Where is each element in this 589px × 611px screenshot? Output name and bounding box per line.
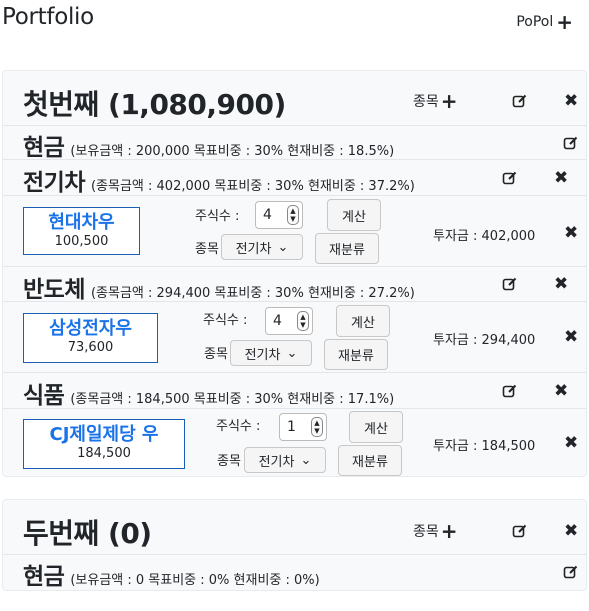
shares-label: 주식수 :: [195, 209, 240, 224]
delete-sector-icon[interactable]: ✖: [554, 383, 568, 400]
stock-row: 삼성전자우 73,600 주식수 : 4 ▲ ▼ 계산 종목 전기차 ⌄ 재분류 투자…: [3, 302, 586, 373]
delete-stock-icon[interactable]: ✖: [564, 435, 578, 452]
sector-select-label: 종목: [195, 242, 219, 257]
edit-icon[interactable]: [512, 523, 528, 539]
delete-sector-icon[interactable]: ✖: [554, 170, 568, 187]
sector-select[interactable]: 전기차 ⌄: [244, 447, 326, 473]
delete-stock-icon[interactable]: ✖: [564, 329, 578, 346]
spinner-icon[interactable]: ▲ ▼: [311, 417, 323, 437]
spinner-icon[interactable]: ▲ ▼: [297, 311, 309, 331]
cash-label: 현금 (보유금액 : 0 목표비중 : 0% 현재비중 : 0%): [23, 564, 320, 590]
add-stock-button[interactable]: 종목 +: [413, 91, 458, 111]
stock-name[interactable]: CJ제일제당 우: [24, 420, 184, 446]
portfolio-card: 두번째 (0) 종목 + ✖ 현금 (보유금액 : 0 목표비중 : 0% 현재비…: [2, 499, 587, 591]
spinner-icon[interactable]: ▲ ▼: [287, 205, 299, 225]
add-portfolio-label: PoPol: [516, 14, 554, 30]
sector-row: 식품 (종목금액 : 184,500 목표비중 : 30% 현재비중 : 17.1…: [3, 373, 586, 409]
portfolio-name: 두번째 (0): [23, 517, 152, 550]
edit-icon[interactable]: [502, 276, 518, 292]
portfolio-name: 첫번째 (1,080,900): [23, 88, 286, 121]
chevron-down-icon: ⌄: [286, 345, 298, 361]
cash-label: 현금 (보유금액 : 200,000 목표비중 : 30% 현재비중 : 18.5…: [23, 135, 395, 161]
cash-row: 현금 (보유금액 : 0 목표비중 : 0% 현재비중 : 0%): [3, 555, 586, 591]
add-portfolio-button[interactable]: PoPol +: [516, 10, 573, 34]
sector-select-label: 종목: [204, 347, 228, 362]
sector-select[interactable]: 전기차 ⌄: [221, 234, 303, 260]
calc-button[interactable]: 계산: [327, 199, 381, 231]
plus-icon: +: [440, 519, 458, 543]
edit-icon[interactable]: [563, 135, 579, 151]
reclassify-button[interactable]: 재분류: [324, 339, 388, 370]
chevron-down-icon: ⌄: [300, 452, 312, 468]
sector-row: 전기차 (종목금액 : 402,000 목표비중 : 30% 현재비중 : 37.…: [3, 160, 586, 196]
stock-price: 184,500: [77, 446, 131, 461]
calc-button[interactable]: 계산: [336, 305, 390, 337]
stock-card[interactable]: CJ제일제당 우 184,500: [23, 419, 185, 469]
edit-icon[interactable]: [563, 564, 579, 580]
edit-icon[interactable]: [512, 93, 528, 109]
add-stock-label: 종목: [413, 94, 439, 110]
stock-name[interactable]: 현대차우: [24, 208, 139, 234]
sector-info: (종목금액 : 294,400 목표비중 : 30% 현재비중 : 27.2%): [90, 286, 415, 301]
sector-name: 전기차 (종목금액 : 402,000 목표비중 : 30% 현재비중 : 37.…: [23, 170, 415, 196]
shares-input[interactable]: 4 ▲ ▼: [255, 201, 303, 229]
delete-stock-icon[interactable]: ✖: [564, 225, 578, 242]
cash-info: (보유금액 : 200,000 목표비중 : 30% 현재비중 : 18.5%): [70, 144, 395, 159]
portfolio-header: 두번째 (0) 종목 + ✖: [3, 500, 586, 555]
add-stock-button[interactable]: 종목 +: [413, 521, 458, 541]
reclassify-button[interactable]: 재분류: [315, 233, 379, 264]
invest-amount: 투자금 : 402,000: [433, 229, 536, 244]
chevron-down-icon: ⌄: [277, 239, 289, 255]
invest-amount: 투자금 : 184,500: [433, 439, 536, 454]
edit-icon[interactable]: [502, 383, 518, 399]
portfolio-header: 첫번째 (1,080,900) 종목 + ✖: [3, 71, 586, 126]
delete-portfolio-icon[interactable]: ✖: [564, 93, 578, 110]
sector-info: (종목금액 : 402,000 목표비중 : 30% 현재비중 : 37.2%): [90, 179, 415, 194]
sector-info: (종목금액 : 184,500 목표비중 : 30% 현재비중 : 17.1%): [70, 392, 395, 407]
stock-price: 100,500: [54, 234, 109, 249]
stock-price: 73,600: [67, 340, 114, 355]
shares-label: 주식수 :: [216, 419, 261, 434]
stock-card[interactable]: 삼성전자우 73,600: [23, 313, 158, 363]
sector-select-label: 종목: [217, 454, 241, 469]
cash-row: 현금 (보유금액 : 200,000 목표비중 : 30% 현재비중 : 18.5…: [3, 126, 586, 161]
shares-input[interactable]: 4 ▲ ▼: [265, 307, 313, 335]
shares-label: 주식수 :: [203, 313, 248, 328]
stock-card[interactable]: 현대차우 100,500: [23, 207, 140, 255]
page-title: Portfolio: [2, 4, 94, 30]
stock-row: CJ제일제당 우 184,500 주식수 : 1 ▲ ▼ 계산 종목 전기차 ⌄ 재분…: [3, 409, 586, 478]
plus-icon: +: [556, 10, 573, 34]
delete-portfolio-icon[interactable]: ✖: [564, 523, 578, 540]
sector-select[interactable]: 전기차 ⌄: [230, 340, 312, 366]
plus-icon: +: [440, 89, 458, 113]
reclassify-button[interactable]: 재분류: [338, 445, 402, 476]
edit-icon[interactable]: [502, 170, 518, 186]
shares-input[interactable]: 1 ▲ ▼: [279, 413, 327, 441]
invest-amount: 투자금 : 294,400: [433, 333, 536, 348]
delete-sector-icon[interactable]: ✖: [554, 276, 568, 293]
sector-name: 식품 (종목금액 : 184,500 목표비중 : 30% 현재비중 : 17.1…: [23, 383, 395, 409]
sector-name: 반도체 (종목금액 : 294,400 목표비중 : 30% 현재비중 : 27.…: [23, 277, 415, 303]
portfolio-card: 첫번째 (1,080,900) 종목 + ✖ 현금 (보유금액 : 200,000…: [2, 70, 587, 477]
stock-name[interactable]: 삼성전자우: [24, 314, 157, 340]
cash-info: (보유금액 : 0 목표비중 : 0% 현재비중 : 0%): [70, 573, 320, 588]
calc-button[interactable]: 계산: [349, 411, 403, 443]
add-stock-label: 종목: [413, 524, 439, 540]
stock-row: 현대차우 100,500 주식수 : 4 ▲ ▼ 계산 종목 전기차 ⌄ 재분류 투자…: [3, 196, 586, 267]
sector-row: 반도체 (종목금액 : 294,400 목표비중 : 30% 현재비중 : 27.…: [3, 267, 586, 303]
